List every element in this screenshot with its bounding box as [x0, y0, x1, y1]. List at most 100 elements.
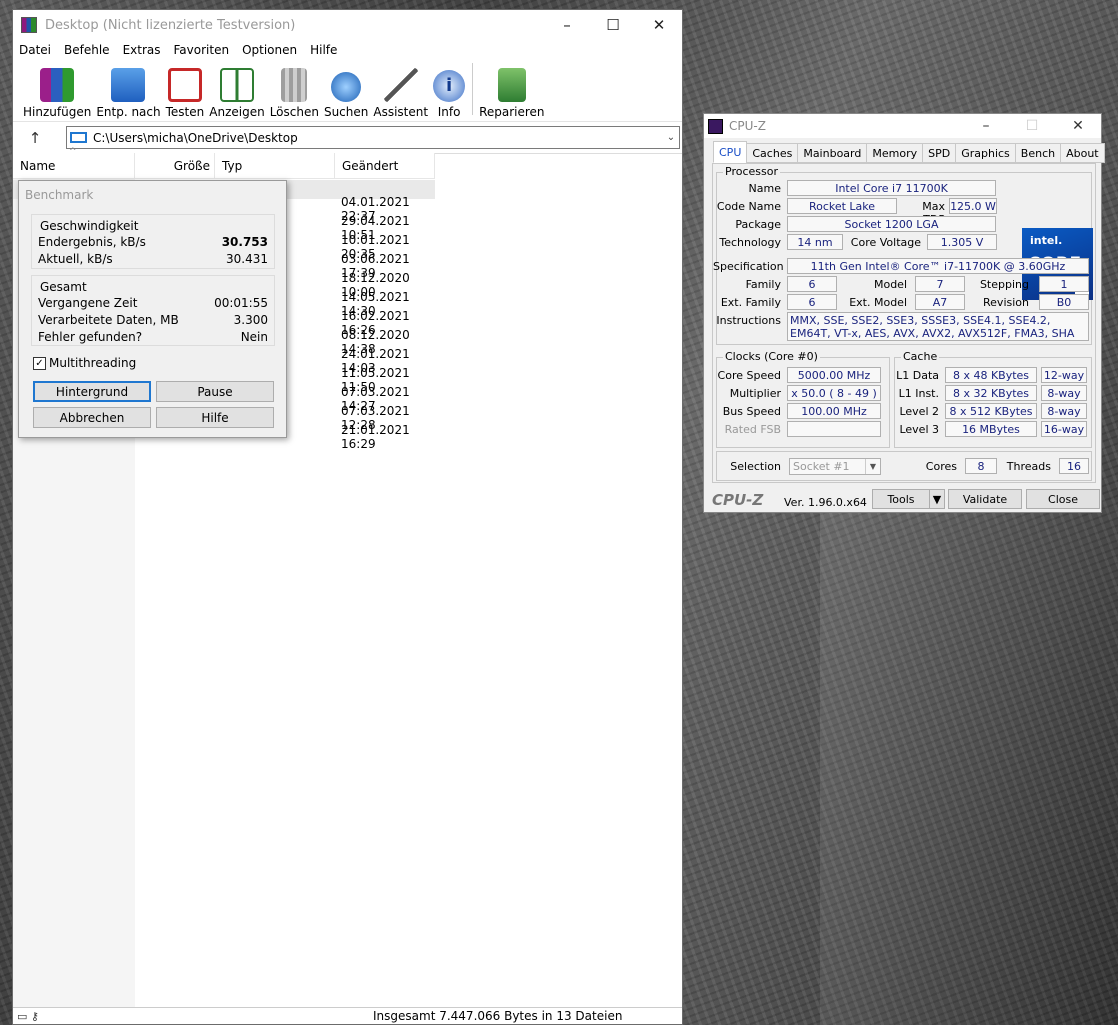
column-type[interactable]: Typ: [215, 153, 335, 178]
validate-button[interactable]: Validate: [948, 489, 1022, 509]
multithreading-checkbox[interactable]: ✓ Multithreading: [33, 356, 136, 370]
extract-to-button[interactable]: Entp. nach: [96, 68, 161, 119]
sort-ascending-icon: ^: [69, 147, 77, 157]
delete-button[interactable]: Löschen: [270, 68, 319, 119]
tab-caches[interactable]: Caches: [746, 143, 799, 163]
l1inst-value: 8 x 32 KBytes: [945, 385, 1037, 401]
up-arrow-icon[interactable]: ↑: [23, 129, 47, 147]
selection-label: Selection: [730, 460, 781, 473]
magnifier-icon: [331, 72, 362, 102]
extract-label: Entp. nach: [96, 105, 161, 119]
close-cpuz-button[interactable]: Close: [1026, 489, 1100, 509]
threads-label: Threads: [1006, 460, 1051, 473]
menu-optionen[interactable]: Optionen: [242, 43, 297, 57]
minimize-button[interactable]: –: [544, 16, 590, 34]
threads-value: 16: [1059, 458, 1089, 474]
column-name[interactable]: Name ^: [13, 147, 135, 178]
drive-icon: ▭ ⚷: [17, 1009, 39, 1023]
errors-row: Fehler gefunden? Nein: [32, 328, 274, 345]
tools-button[interactable]: Tools: [872, 489, 930, 509]
close-button[interactable]: ✕: [636, 16, 682, 34]
maximize-button[interactable]: ☐: [590, 16, 636, 34]
corespeed-value: 5000.00 MHz: [787, 367, 881, 383]
minimize-button[interactable]: –: [963, 118, 1009, 134]
l2-label: Level 2: [899, 405, 939, 418]
name-value: Intel Core i7 11700K: [787, 180, 996, 196]
tools-dropdown-icon[interactable]: ▼: [929, 489, 945, 509]
cpuz-logo: CPU-Z: [712, 491, 764, 509]
chevron-down-icon[interactable]: ⌄: [663, 132, 679, 143]
menu-favoriten[interactable]: Favoriten: [174, 43, 230, 57]
multithreading-label: Multithreading: [49, 356, 137, 370]
benchmark-title: Benchmark: [19, 181, 286, 208]
instructions-label: Instructions: [716, 314, 781, 327]
tab-about[interactable]: About: [1060, 143, 1105, 163]
repair-kit-icon: [497, 68, 526, 102]
delete-label: Löschen: [269, 105, 319, 119]
wizard-button[interactable]: Assistent: [373, 68, 428, 119]
repair-button[interactable]: Reparieren: [479, 68, 545, 119]
ratedfsb-label: Rated FSB: [724, 423, 781, 436]
path-combobox[interactable]: C:\Users\micha\OneDrive\Desktop ⌄: [66, 126, 680, 149]
package-value: Socket 1200 LGA: [787, 216, 996, 232]
spec-value: 11th Gen Intel® Core™ i7-11700K @ 3.60GH…: [787, 258, 1089, 274]
result-row: Endergebnis, kB/s 30.753: [32, 233, 274, 250]
column-size[interactable]: Größe: [135, 153, 215, 178]
tab-memory[interactable]: Memory: [866, 143, 924, 163]
help-button[interactable]: Hilfe: [156, 407, 274, 428]
close-button[interactable]: ✕: [1055, 118, 1101, 134]
column-type-label: Typ: [222, 158, 243, 173]
revision-value: B0: [1039, 294, 1089, 310]
column-headers: Name ^ Größe Typ Geändert: [13, 147, 435, 179]
column-modified[interactable]: Geändert: [335, 153, 435, 178]
maxtdp-value: 125.0 W: [949, 198, 997, 214]
clocks-legend: Clocks (Core #0): [723, 350, 820, 363]
corevoltage-value: 1.305 V: [927, 234, 997, 250]
info-button[interactable]: i Info: [433, 70, 466, 119]
cpuz-title: CPU-Z: [729, 119, 766, 133]
instructions-value: MMX, SSE, SSE2, SSE3, SSSE3, SSE4.1, SSE…: [787, 312, 1089, 341]
menu-hilfe[interactable]: Hilfe: [310, 43, 337, 57]
speed-group-title: Geschwindigkeit: [40, 219, 139, 233]
repair-label: Reparieren: [479, 105, 545, 119]
cpuz-title-bar: CPU-Z – ☐ ✕: [704, 114, 1101, 138]
tab-cpu[interactable]: CPU: [713, 141, 748, 163]
cores-label: Cores: [925, 460, 957, 473]
ratedfsb-value: [787, 421, 881, 437]
family-label: Family: [745, 278, 781, 291]
view-button[interactable]: Anzeigen: [209, 68, 265, 119]
add-label: Hinzufügen: [23, 105, 92, 119]
processed-value: 3.300: [233, 312, 268, 327]
package-label: Package: [735, 218, 781, 231]
winrar-title-bar: Desktop (Nicht lizenzierte Testversion) …: [13, 10, 682, 40]
cancel-button[interactable]: Abbrechen: [33, 407, 151, 428]
current-value: 30.431: [226, 251, 268, 266]
search-button[interactable]: Suchen: [324, 72, 368, 119]
background-button[interactable]: Hintergrund: [33, 381, 151, 402]
socket-select[interactable]: Socket #1 ▼: [789, 458, 881, 475]
name-label: Name: [748, 182, 781, 195]
family-value: 6: [787, 276, 837, 292]
model-label: Model: [873, 278, 907, 291]
menu-bar: Datei Befehle Extras Favoriten Optionen …: [13, 40, 682, 60]
tab-graphics[interactable]: Graphics: [955, 143, 1016, 163]
tab-bench[interactable]: Bench: [1014, 143, 1062, 163]
menu-extras[interactable]: Extras: [123, 43, 161, 57]
add-button[interactable]: Hinzufügen: [23, 68, 91, 119]
pause-button[interactable]: Pause: [156, 381, 274, 402]
menu-befehle[interactable]: Befehle: [64, 43, 110, 57]
stepping-label: Stepping: [979, 278, 1029, 291]
test-button[interactable]: Testen: [166, 68, 204, 119]
extfamily-label: Ext. Family: [720, 296, 781, 309]
l3-label: Level 3: [899, 423, 939, 436]
winrar-window: Desktop (Nicht lizenzierte Testversion) …: [12, 9, 683, 1025]
tab-mainboard[interactable]: Mainboard: [797, 143, 868, 163]
toolbar: Hinzufügen Entp. nach Testen Anzeigen Lö…: [13, 60, 682, 122]
l3-value: 16 MBytes: [945, 421, 1037, 437]
corespeed-label: Core Speed: [717, 369, 781, 382]
menu-datei[interactable]: Datei: [19, 43, 51, 57]
tab-spd[interactable]: SPD: [922, 143, 957, 163]
info-icon: i: [433, 70, 466, 102]
winrar-app-icon: [21, 17, 37, 33]
multiplier-value: x 50.0 ( 8 - 49 ): [787, 385, 881, 401]
